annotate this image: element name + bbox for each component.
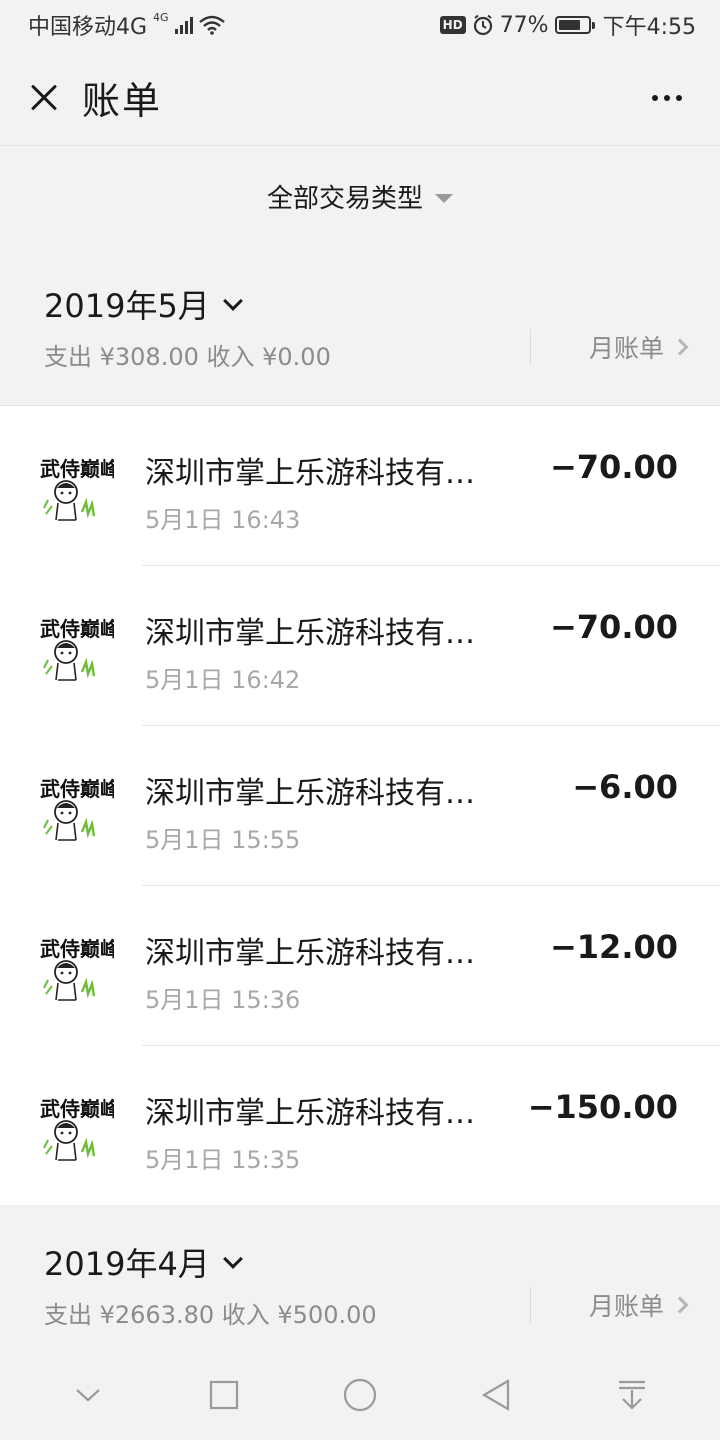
home-circle-icon[interactable] — [330, 1365, 390, 1425]
month-summary: 支出 ¥308.00 收入 ¥0.00 — [44, 343, 331, 371]
transaction-amount: −70.00 — [549, 448, 678, 486]
svg-text:武侍巅峰: 武侍巅峰 — [40, 457, 114, 481]
transaction-time: 5月1日 16:43 — [145, 506, 301, 534]
battery-percent: 77% — [499, 12, 549, 38]
caret-down-icon — [435, 194, 453, 203]
transaction-row[interactable]: 武侍巅峰 深圳市掌上乐游科技有限公司 5月1日 15:36 −12.00 — [0, 886, 720, 1046]
filter-label: 全部交易类型 — [266, 184, 423, 214]
month-title: 2019年5月 — [44, 287, 210, 325]
status-left: 中国移动4G 4G — [28, 9, 225, 41]
title-bar: 账单 — [0, 50, 720, 145]
alarm-icon — [473, 14, 492, 36]
merchant-name: 深圳市掌上乐游科技有限公司 — [145, 456, 490, 491]
page-title: 账单 — [82, 79, 163, 123]
transaction-row[interactable]: 武侍巅峰 深圳市掌上乐游科技有限公司 5月1日 16:43 −70.00 — [0, 406, 720, 566]
month-title: 2019年4月 — [44, 1245, 210, 1283]
svg-text:武侍巅峰: 武侍巅峰 — [40, 777, 114, 801]
status-right: HD 77% 下午4:55 — [439, 9, 696, 41]
transaction-amount: −150.00 — [527, 1088, 678, 1126]
svg-text:武侍巅峰: 武侍巅峰 — [40, 1097, 114, 1121]
status-bar: 中国移动4G 4G HD 77% 下午4:55 — [0, 0, 720, 50]
back-triangle-icon[interactable] — [466, 1365, 526, 1425]
wifi-icon — [198, 15, 225, 35]
divider — [530, 1287, 531, 1323]
merchant-name: 深圳市掌上乐游科技有限公司 — [145, 776, 490, 811]
month-summary: 支出 ¥2663.80 收入 ¥500.00 — [44, 1301, 377, 1329]
chevron-right-icon — [671, 1296, 689, 1314]
battery-icon — [554, 16, 595, 34]
notification-pull-icon[interactable] — [602, 1365, 662, 1425]
close-icon[interactable] — [24, 78, 64, 118]
transaction-row[interactable]: 武侍巅峰 深圳市掌上乐游科技有限公司 5月1日 15:55 −6.00 — [0, 726, 720, 886]
clock: 下午4:55 — [602, 15, 696, 40]
merchant-name: 深圳市掌上乐游科技有限公司 — [145, 616, 490, 651]
hd-badge: HD — [439, 16, 466, 34]
merchant-logo-icon: 武侍巅峰 — [40, 1097, 114, 1161]
monthly-bill-label: 月账单 — [588, 1292, 664, 1321]
merchant-name: 深圳市掌上乐游科技有限公司 — [145, 936, 490, 971]
transaction-time: 5月1日 15:35 — [145, 1146, 301, 1174]
month-selector[interactable]: 2019年5月 — [44, 281, 243, 327]
signal-icon — [174, 16, 193, 34]
transaction-row[interactable]: 武侍巅峰 深圳市掌上乐游科技有限公司 5月1日 16:42 −70.00 — [0, 566, 720, 726]
more-options-button[interactable] — [644, 85, 696, 111]
network-type-badge: 4G — [153, 10, 169, 24]
merchant-logo-icon: 武侍巅峰 — [40, 777, 114, 841]
svg-text:武侍巅峰: 武侍巅峰 — [40, 617, 114, 641]
month-header-april: 2019年4月 支出 ¥2663.80 收入 ¥500.00 月账单 — [0, 1205, 720, 1363]
carrier-label: 中国移动4G — [28, 15, 148, 40]
svg-text:武侍巅峰: 武侍巅峰 — [40, 937, 114, 961]
transaction-time: 5月1日 15:55 — [145, 826, 301, 854]
merchant-logo-icon: 武侍巅峰 — [40, 617, 114, 681]
transaction-time: 5月1日 15:36 — [145, 986, 301, 1014]
chevron-down-icon — [222, 291, 243, 311]
chevron-right-icon — [671, 338, 689, 356]
month-selector[interactable]: 2019年4月 — [44, 1239, 243, 1285]
chevron-down-icon — [222, 1249, 243, 1269]
system-nav-bar — [0, 1350, 720, 1440]
monthly-bill-link[interactable]: 月账单 — [588, 329, 689, 365]
more-dots-icon — [652, 94, 658, 101]
monthly-bill-link[interactable]: 月账单 — [588, 1287, 689, 1323]
battery-fill — [558, 20, 581, 30]
month-header-may: 2019年5月 支出 ¥308.00 收入 ¥0.00 月账单 — [0, 247, 720, 405]
merchant-name: 深圳市掌上乐游科技有限公司 — [145, 1096, 490, 1131]
merchant-logo-icon: 武侍巅峰 — [40, 457, 114, 521]
transaction-time: 5月1日 16:42 — [145, 666, 301, 694]
recents-square-icon[interactable] — [194, 1365, 254, 1425]
transaction-type-filter[interactable]: 全部交易类型 — [0, 145, 720, 247]
divider — [530, 329, 531, 365]
transaction-amount: −12.00 — [549, 928, 678, 966]
transaction-amount: −6.00 — [572, 768, 678, 806]
transaction-row[interactable]: 武侍巅峰 深圳市掌上乐游科技有限公司 5月1日 15:35 −150.00 — [0, 1046, 720, 1206]
merchant-logo-icon: 武侍巅峰 — [40, 937, 114, 1001]
transaction-list: 武侍巅峰 深圳市掌上乐游科技有限公司 5月1日 16:43 −70.00 武侍巅… — [0, 405, 720, 1206]
transaction-amount: −70.00 — [549, 608, 678, 646]
monthly-bill-label: 月账单 — [588, 334, 664, 363]
collapse-down-icon[interactable] — [58, 1365, 118, 1425]
